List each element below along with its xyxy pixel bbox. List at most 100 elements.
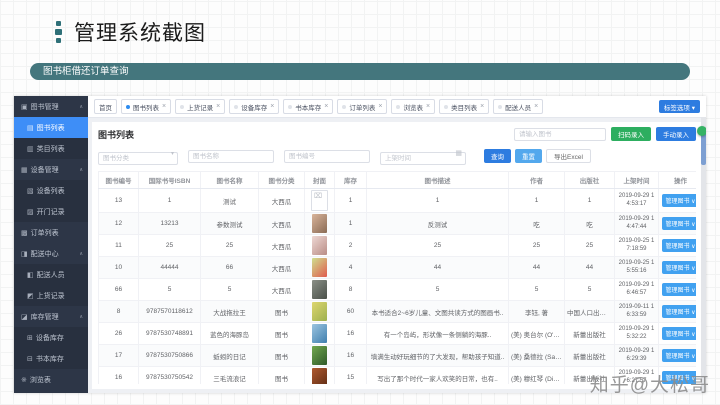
tab-label: 浏览表 [403,104,423,112]
sidebar-item-label: 开门记录 [36,208,65,216]
tab-label: 上货记录 [187,104,214,112]
cover-cell [304,366,335,384]
sidebar-item-配送中心[interactable]: ◨ 配送中心 ∧ [14,243,88,264]
action-cell: 管理图书 ∨ [658,234,696,257]
column-header: 库存 [334,171,367,189]
isbn-cell: 25 [138,234,201,257]
book-cover-image [312,302,327,321]
card-toolbar: 图书列表 扫码录入 手动录入 [98,127,696,141]
action-cell: 管理图书 ∨ [658,188,696,213]
book-id-cell: 66 [98,278,139,301]
sidebar-item-设备管理[interactable]: ▦ 设备管理 ∧ [14,159,88,180]
stock-cell: 2 [334,234,367,257]
manage-book-button[interactable]: 管理图书 ∨ [662,239,696,252]
sidebar-item-订单列表[interactable]: ▩ 订单列表 [14,222,88,243]
close-icon[interactable]: × [426,103,430,110]
broken-image-icon [311,190,328,211]
sidebar-item-label: 配送中心 [30,250,59,258]
column-header: 作者 [508,171,565,189]
sidebar-item-书本库存[interactable]: ⊟ 书本库存 [14,348,88,369]
manage-book-button[interactable]: 管理图书 ∨ [662,261,696,274]
category-select[interactable] [98,152,178,165]
sidebar-item-图书列表[interactable]: ▤ 图书列表 [14,117,88,138]
close-icon[interactable]: × [162,103,166,110]
book-name-cell: 参数测试 [200,212,259,235]
close-icon[interactable]: × [378,103,382,110]
author-cell: 吃 [508,212,565,235]
table-body: 131测试大西瓜11112019-09-29 14:53:17管理图书 ∨121… [98,188,696,384]
tab-home[interactable]: 首页 [94,99,117,114]
isbn-cell: 9787530750866 [138,344,201,367]
book-code-input[interactable] [284,149,370,163]
category-cell: 图书 [258,366,305,384]
manage-book-button[interactable]: 管理图书 ∨ [662,194,696,207]
sidebar-item-上货记录[interactable]: ◩ 上货记录 [14,285,88,306]
shelf-time-cell: 2019-09-29 14:47:44 [614,212,659,235]
reset-button[interactable]: 重置 [515,149,542,163]
tab-设备库存[interactable]: 设备库存 × [229,99,280,114]
shelf-time-cell: 2019-09-29 16:46:57 [614,278,659,301]
sidebar-item-label: 类目列表 [36,145,65,153]
close-icon[interactable]: × [270,103,274,110]
sidebar-item-设备列表[interactable]: ▧ 设备列表 [14,180,88,201]
tab-浏览表[interactable]: 浏览表 × [391,99,436,114]
sidebar-item-配送人员[interactable]: ◧ 配送人员 [14,264,88,285]
tag-options-button[interactable]: 标签选项 ▾ [658,100,700,113]
author-cell: 李钰, 著 [508,300,565,323]
tab-bar: 首页 图书列表 × 上货记录 × 设备库存 × 书本库存 × 订单列表 × 浏览表 × 类目列表 × 配送人… [88,96,706,118]
date-picker[interactable] [380,152,466,165]
table-row: 17 9787530750866 蚯蚓的日记 图书 16 填满生动好玩细节的了大发现，帮助… [98,344,696,367]
book-id-cell: 13 [98,188,139,213]
tab-订单列表[interactable]: 订单列表 × [337,99,388,114]
scrollbar[interactable] [701,117,706,393]
tab-类目列表[interactable]: 类目列表 × [439,99,490,114]
sidebar-item-类目列表[interactable]: ▥ 类目列表 [14,138,88,159]
sidebar-item-图书管理[interactable]: ▣ 图书管理 ∧ [14,96,88,117]
action-cell: 管理图书 ∨ [658,256,696,279]
sidebar-item-浏览表[interactable]: ※ 浏览表 [14,369,88,390]
tab-上货记录[interactable]: 上货记录 × [175,99,226,114]
category-cell: 大西瓜 [258,188,305,213]
table-row: 8 9787570118612 大战拖拉王 图书 60 本书适合2~6岁儿童、文图共读方式… [98,300,696,323]
author-cell: (美) 桑德拉 (Sandr.. [508,344,565,367]
export-excel-button[interactable]: 导出Excel [546,149,591,163]
publisher-cell: 44 [564,256,615,279]
column-header: 出版社 [564,171,615,189]
manage-book-button[interactable]: 管理图书 ∨ [662,327,696,340]
manage-book-button[interactable]: 管理图书 ∨ [662,349,696,362]
tab-label: 类目列表 [451,104,478,112]
close-icon[interactable]: × [480,103,484,110]
tab-书本库存[interactable]: 书本库存 × [283,99,334,114]
close-icon[interactable]: × [216,103,220,110]
book-table: 图书编号 国际书号ISBN 图书名称 图书分类 封面 库存 图书描述 作者 出版社 上架时间 操作 … [98,171,696,384]
tab-图书列表[interactable]: 图书列表 × [121,99,172,114]
book-cover-image [312,258,327,277]
manual-entry-button[interactable]: 手动录入 [656,127,696,141]
close-icon[interactable]: × [534,103,538,110]
manage-book-button[interactable]: 管理图书 ∨ [662,283,696,296]
book-name-input[interactable] [188,149,274,163]
manage-book-button[interactable]: 管理图书 ∨ [662,217,696,230]
sidebar-item-开门记录[interactable]: ▨ 开门记录 [14,201,88,222]
close-icon[interactable]: × [324,103,328,110]
sidebar: ▣ 图书管理 ∧ ▤ 图书列表 ▥ 类目列表 ▦ 设备管理 ∧ ▧ 设备列表 ▨ 开门记录 ▩ 订单列表 ◨ 配送… [14,96,88,393]
tab-配送人员[interactable]: 配送人员 × [493,99,544,114]
sidebar-item-设备库存[interactable]: ⊞ 设备库存 [14,327,88,348]
manage-book-button[interactable]: 管理图书 ∨ [662,305,696,318]
book-name-cell: 蓝色的海豚岛 [200,322,259,345]
category-cell: 大西瓜 [258,234,305,257]
tab-label: 设备库存 [241,104,268,112]
book-list-card: 图书列表 扫码录入 手动录入 ▾ [92,122,702,389]
tab-dot-icon [444,104,449,109]
scan-entry-button[interactable]: 扫码录入 [611,127,651,141]
scrollbar-thumb[interactable] [701,131,706,165]
cover-cell [304,212,335,235]
book-stock-icon: ⊟ [27,355,33,363]
chevron-up-icon: ∧ [79,166,83,173]
book-search-input[interactable] [514,127,606,141]
query-button[interactable]: 查询 [484,149,511,163]
column-header: 图书描述 [366,171,509,189]
publisher-cell: 1 [564,188,615,213]
book-cover-image [312,236,327,255]
sidebar-item-库存管理[interactable]: ◪ 库存管理 ∧ [14,306,88,327]
